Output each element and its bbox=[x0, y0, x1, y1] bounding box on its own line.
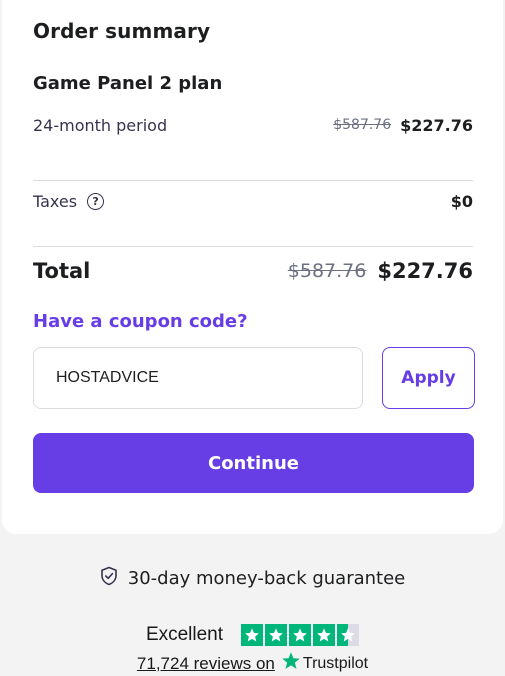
divider bbox=[33, 246, 473, 247]
taxes-label: Taxes bbox=[33, 191, 78, 211]
star-icon bbox=[265, 624, 288, 646]
guarantee-text: 30-day money-back guarantee bbox=[127, 568, 406, 589]
total-new-price: $227.76 bbox=[377, 259, 473, 283]
coupon-code-link[interactable]: Have a coupon code? bbox=[33, 311, 248, 332]
trustpilot-logo[interactable]: Trustpilot bbox=[281, 651, 368, 676]
trustpilot-rating: Excellent bbox=[0, 624, 505, 646]
order-summary-title: Order summary bbox=[33, 19, 211, 43]
divider bbox=[33, 180, 473, 181]
taxes-label-group: Taxes ? bbox=[33, 191, 105, 211]
trustpilot-star-icon bbox=[281, 651, 301, 676]
total-label: Total bbox=[33, 259, 91, 283]
coupon-input[interactable] bbox=[33, 347, 363, 409]
apply-coupon-button[interactable]: Apply bbox=[382, 347, 475, 409]
period-price: $587.76 $227.76 bbox=[333, 116, 473, 135]
total-price: $587.76 $227.76 bbox=[288, 259, 473, 283]
trustpilot-brand: Trustpilot bbox=[302, 654, 369, 672]
order-summary-card: Order summary Game Panel 2 plan 24-month… bbox=[2, 0, 503, 534]
taxes-value: $0 bbox=[450, 191, 473, 211]
reviews-link[interactable]: 71,724 reviews on bbox=[137, 654, 275, 674]
trustpilot-reviews: 71,724 reviews on Trustpilot bbox=[0, 651, 505, 676]
star-icon bbox=[313, 624, 336, 646]
taxes-row: Taxes ? $0 bbox=[33, 189, 473, 213]
continue-button[interactable]: Continue bbox=[33, 433, 474, 493]
period-new-price: $227.76 bbox=[400, 115, 473, 135]
rating-text: Excellent bbox=[145, 624, 224, 645]
period-label: 24-month period bbox=[33, 115, 168, 135]
total-row: Total $587.76 $227.76 bbox=[33, 256, 473, 286]
money-back-guarantee: 30-day money-back guarantee bbox=[0, 566, 505, 591]
question-circle-icon[interactable]: ? bbox=[87, 192, 105, 210]
half-star-icon bbox=[337, 624, 360, 646]
period-row: 24-month period $587.76 $227.76 bbox=[33, 113, 473, 137]
rating-stars bbox=[241, 624, 360, 646]
plan-name: Game Panel 2 plan bbox=[33, 73, 223, 94]
star-icon bbox=[241, 624, 264, 646]
shield-check-icon bbox=[100, 566, 118, 591]
total-old-price: $587.76 bbox=[287, 260, 367, 282]
star-icon bbox=[289, 624, 312, 646]
period-old-price: $587.76 bbox=[333, 117, 392, 133]
